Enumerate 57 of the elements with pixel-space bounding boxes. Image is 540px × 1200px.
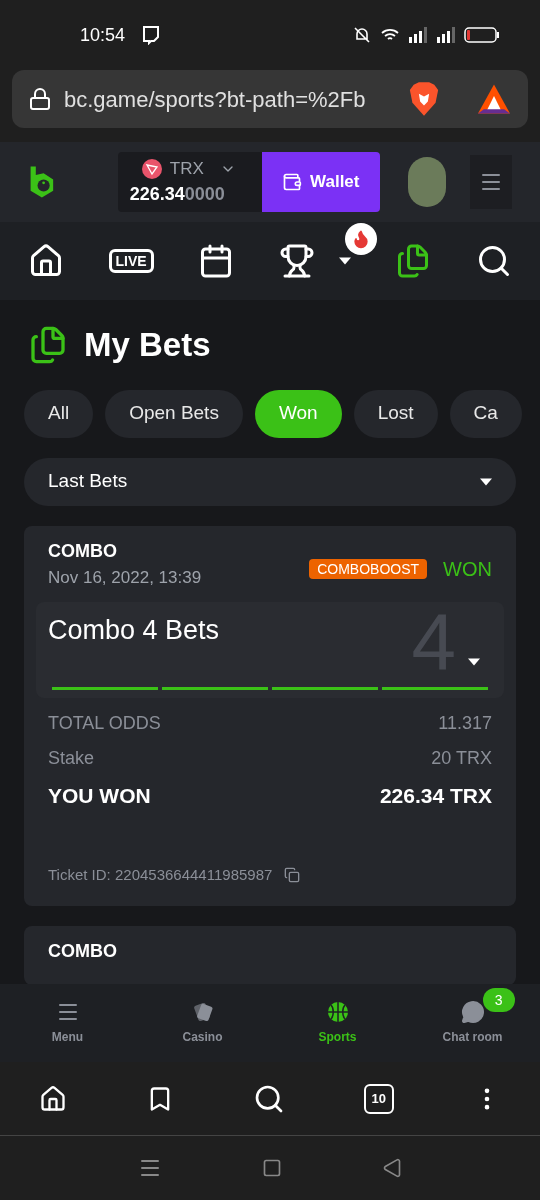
- dropdown-caret-icon: [338, 257, 351, 265]
- avatar[interactable]: [407, 157, 447, 207]
- caret-icon: [468, 658, 480, 666]
- currency-selector[interactable]: TRX 226.340000: [117, 152, 262, 212]
- chat-icon: [460, 1000, 485, 1024]
- filter-tab[interactable]: Ca: [449, 389, 522, 438]
- menu-button[interactable]: [470, 155, 512, 209]
- count-badge: 3: [482, 988, 515, 1012]
- trophy-tab[interactable]: [278, 243, 351, 279]
- status-time: 10:54: [80, 24, 126, 47]
- battery-icon: [464, 27, 500, 43]
- ticket-id: Ticket ID: 2204536644411985987: [48, 864, 273, 885]
- mute-icon: [352, 25, 372, 45]
- basketball-icon: [325, 1000, 350, 1024]
- filter-tab[interactable]: Open Bets: [105, 389, 243, 438]
- bet-result: WON: [443, 556, 492, 582]
- signal-icon: [436, 27, 456, 43]
- live-tab[interactable]: LIVE: [108, 249, 154, 273]
- comboboost-badge: COMBOBOOST: [309, 558, 428, 579]
- won-amount: 226.34 TRX: [379, 783, 492, 809]
- currency-code: TRX: [169, 157, 204, 180]
- filter-tab[interactable]: Lost: [353, 389, 438, 438]
- won-label: YOU WON: [48, 783, 151, 809]
- balance-amount: 226.340000: [129, 183, 226, 207]
- back-icon[interactable]: [382, 1158, 402, 1178]
- url-text: bc.game/sports?bt-path=%2Fb: [64, 85, 367, 114]
- home-icon[interactable]: [39, 1084, 68, 1113]
- bet-type: COMBO: [48, 539, 118, 563]
- odds-label: TOTAL ODDS: [48, 712, 161, 735]
- trophy-icon: [278, 243, 315, 279]
- odds-value: 11.317: [438, 712, 492, 735]
- caret-icon: [480, 477, 492, 486]
- period-select[interactable]: Last Bets: [24, 457, 516, 506]
- signal-icon: [408, 27, 428, 43]
- documents-icon: [28, 324, 68, 365]
- triangle-icon[interactable]: [476, 83, 512, 115]
- filter-tab[interactable]: All: [24, 389, 94, 438]
- wallet-button[interactable]: Wallet: [261, 152, 380, 212]
- address-bar[interactable]: bc.game/sports?bt-path=%2Fb: [12, 70, 528, 128]
- chat-app-icon: [141, 25, 162, 45]
- bottom-nav-item[interactable]: Casino: [152, 1000, 253, 1046]
- home-icon: [28, 243, 64, 279]
- lock-icon: [28, 87, 52, 111]
- page-title: My Bets: [84, 325, 211, 365]
- home-tab[interactable]: [28, 243, 64, 279]
- tabs-button[interactable]: 10: [363, 1083, 394, 1114]
- stake-label: Stake: [48, 747, 95, 770]
- bottom-nav-item[interactable]: Sports: [287, 1000, 388, 1046]
- wallet-icon: [282, 172, 303, 192]
- copy-icon[interactable]: [284, 866, 301, 883]
- bottom-nav-item[interactable]: Menu: [17, 1000, 118, 1046]
- bet-date: Nov 16, 2022, 13:39: [48, 566, 202, 589]
- bet-type: COMBO: [48, 940, 117, 963]
- lion-shield-icon[interactable]: [408, 81, 440, 117]
- tron-icon: [141, 158, 162, 179]
- combo-title: Combo 4 Bets: [48, 614, 220, 647]
- stake-value: 20 TRX: [431, 747, 492, 770]
